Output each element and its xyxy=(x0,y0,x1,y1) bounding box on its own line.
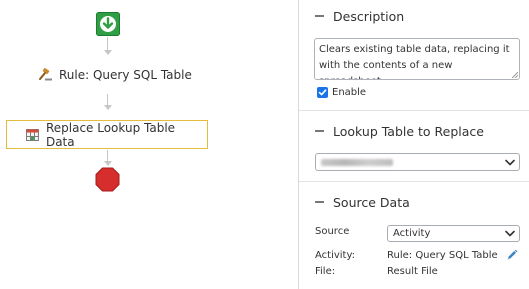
pencil-edit-icon[interactable] xyxy=(506,249,518,261)
end-node[interactable] xyxy=(95,167,120,192)
description-section-header[interactable]: Description xyxy=(299,5,529,27)
file-value: Result File xyxy=(387,266,438,277)
rule-node-label: Rule: Query SQL Table xyxy=(59,68,192,82)
section-divider xyxy=(299,110,529,111)
source-selected-value: Activity xyxy=(393,228,431,239)
enable-checkbox-row[interactable]: Enable xyxy=(317,87,366,98)
checkmark-icon xyxy=(318,89,327,96)
collapse-icon xyxy=(315,15,324,17)
resize-grip-icon[interactable] xyxy=(512,72,518,78)
replace-lookup-step-node[interactable]: Replace Lookup Table Data xyxy=(6,120,208,149)
connector-arrow xyxy=(104,105,112,110)
rule-node[interactable]: Rule: Query SQL Table xyxy=(38,66,192,84)
collapse-icon xyxy=(315,201,324,203)
enable-checkbox[interactable] xyxy=(317,87,328,98)
lookup-table-header-label: Lookup Table to Replace xyxy=(333,123,484,139)
stop-octagon-icon xyxy=(95,167,120,192)
connector-arrow xyxy=(104,161,112,166)
source-select[interactable]: Activity xyxy=(387,225,520,242)
source-data-header-label: Source Data xyxy=(333,194,410,210)
file-label: File: xyxy=(315,266,336,277)
chevron-down-icon xyxy=(505,230,515,237)
download-arrow-icon xyxy=(100,16,116,32)
collapse-icon xyxy=(315,130,324,132)
properties-panel: Description Clears existing table data, … xyxy=(299,0,529,289)
workflow-canvas: Rule: Query SQL Table Replace Lookup Tab… xyxy=(0,0,298,289)
activity-value: Rule: Query SQL Table xyxy=(387,250,498,261)
source-data-section-header[interactable]: Source Data xyxy=(299,191,529,213)
step-node-label: Replace Lookup Table Data xyxy=(45,120,176,149)
connector-arrow xyxy=(104,50,112,55)
description-textarea[interactable]: Clears existing table data, replacing it… xyxy=(314,38,520,80)
lookup-table-select[interactable] xyxy=(315,153,520,171)
table-grid-icon xyxy=(26,128,39,141)
chevron-down-icon xyxy=(505,159,515,165)
gavel-icon xyxy=(39,68,52,81)
description-text: Clears existing table data, replacing it… xyxy=(319,44,510,79)
lookup-table-section-header[interactable]: Lookup Table to Replace xyxy=(299,120,529,142)
start-node[interactable] xyxy=(96,12,120,36)
enable-label: Enable xyxy=(332,87,367,98)
activity-label: Activity: xyxy=(315,250,356,261)
connector-line xyxy=(107,37,108,51)
source-label: Source xyxy=(315,226,350,237)
section-divider xyxy=(299,181,529,182)
lookup-table-selected-value xyxy=(321,158,393,166)
description-header-label: Description xyxy=(333,8,405,24)
